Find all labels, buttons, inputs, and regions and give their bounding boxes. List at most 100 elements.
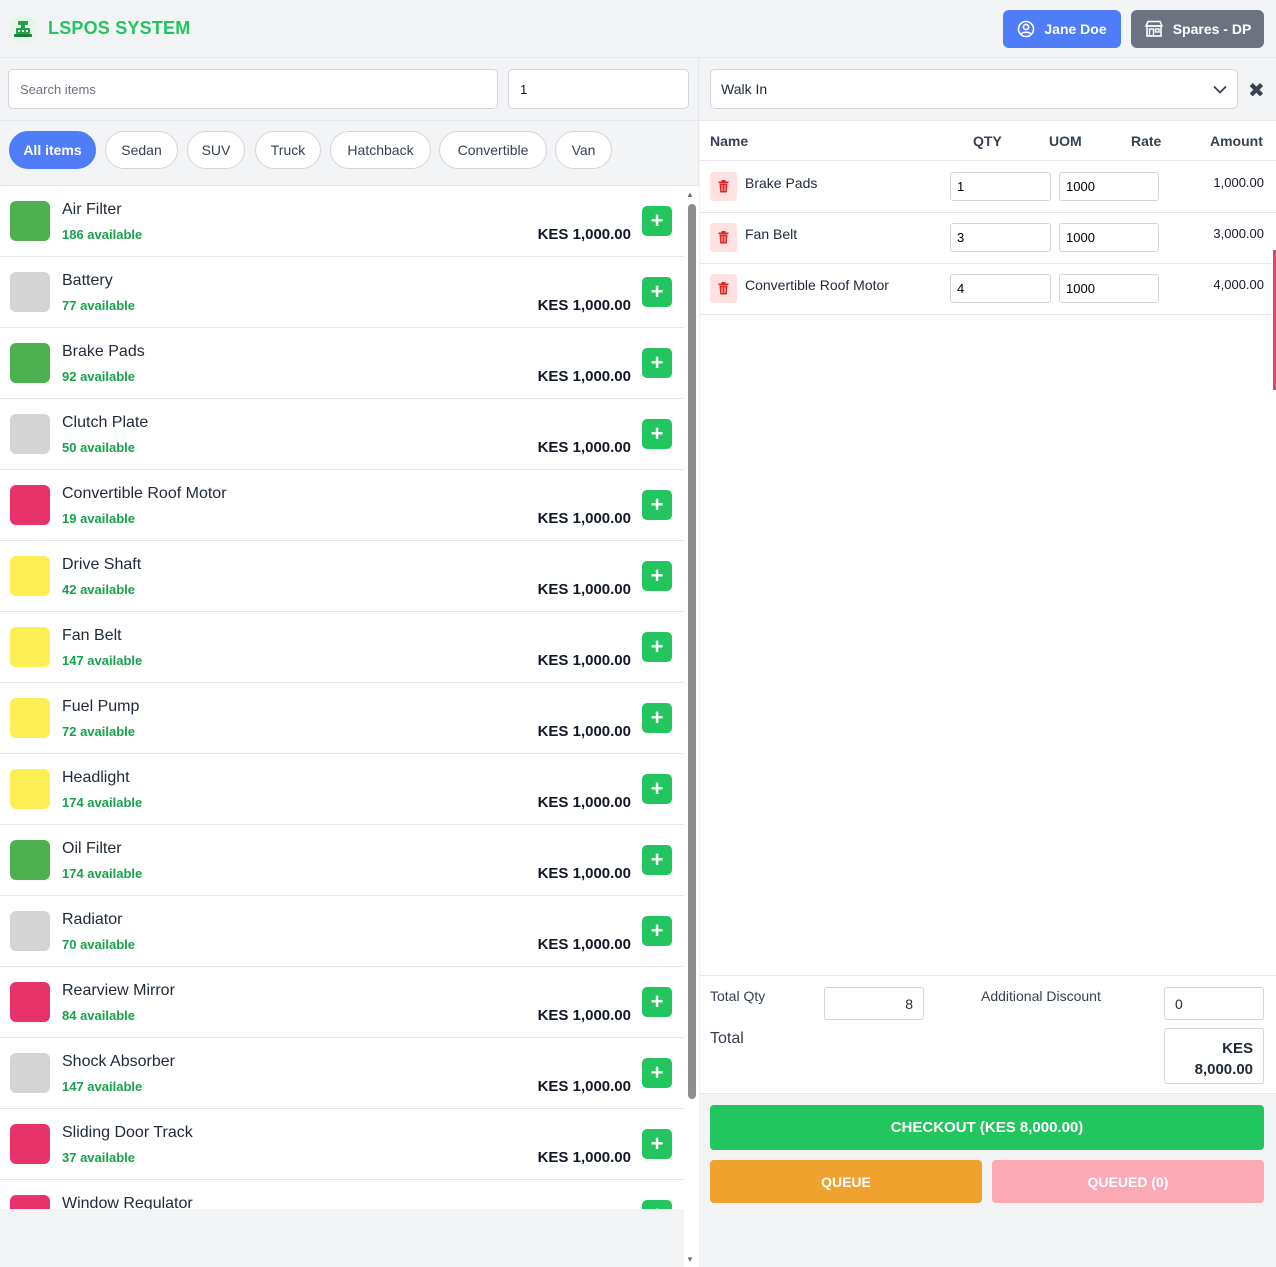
add-item-plus-icon[interactable]: +	[642, 632, 672, 662]
add-item-plus-icon[interactable]: +	[642, 1058, 672, 1088]
customer-select[interactable]: Walk In	[710, 69, 1238, 109]
item-price: KES 1,000.00	[537, 1149, 631, 1166]
user-circle-icon	[1018, 20, 1035, 38]
item-price: KES 1,000.00	[537, 1007, 631, 1024]
category-chip-van[interactable]: Van	[555, 131, 612, 169]
item-availability: 77 available	[62, 298, 135, 313]
cart-row: Fan Belt 3,000.00	[700, 213, 1276, 264]
category-chip-convertible[interactable]: Convertible	[439, 131, 547, 169]
item-availability: 147 available	[62, 1079, 143, 1094]
add-item-plus-icon[interactable]: +	[642, 277, 672, 307]
item-name: Battery	[62, 272, 113, 289]
queued-button[interactable]: QUEUED (0)	[992, 1160, 1264, 1203]
category-chip-sedan[interactable]: Sedan	[105, 131, 178, 169]
item-availability: 84 available	[62, 1008, 135, 1023]
category-bar: All items Sedan SUV Truck Hatchback Conv…	[0, 120, 699, 186]
item-availability: 72 available	[62, 724, 135, 739]
chevron-down-icon	[1213, 85, 1227, 94]
item-row[interactable]: Brake Pads 92 available KES 1,000.00 +	[0, 328, 684, 399]
add-item-plus-icon[interactable]: +	[642, 419, 672, 449]
total-currency: KES	[1222, 1040, 1253, 1057]
item-name: Window Regulator	[62, 1195, 193, 1209]
item-row[interactable]: Shock Absorber 147 available KES 1,000.00 +	[0, 1038, 684, 1109]
item-availability: 174 available	[62, 795, 143, 810]
add-item-plus-icon[interactable]: +	[642, 987, 672, 1017]
item-row[interactable]: Oil Filter 174 available KES 1,000.00 +	[0, 825, 684, 896]
cart-amount: 4,000.00	[1213, 277, 1264, 292]
item-name: Fan Belt	[62, 627, 122, 644]
category-chip-truck[interactable]: Truck	[255, 131, 321, 169]
add-item-plus-icon[interactable]: +	[642, 1200, 672, 1209]
item-color-swatch	[10, 201, 50, 241]
item-name: Sliding Door Track	[62, 1124, 193, 1141]
app-title: LSPOS SYSTEM	[48, 18, 191, 38]
item-name: Brake Pads	[62, 343, 145, 360]
add-item-plus-icon[interactable]: +	[642, 348, 672, 378]
delete-trash-icon[interactable]	[710, 223, 737, 252]
item-color-swatch	[10, 698, 50, 738]
add-item-plus-icon[interactable]: +	[642, 206, 672, 236]
item-row[interactable]: Radiator 70 available KES 1,000.00 +	[0, 896, 684, 967]
discount-field[interactable]: 0	[1164, 987, 1264, 1020]
item-row[interactable]: Rearview Mirror 84 available KES 1,000.00 +	[0, 967, 684, 1038]
category-chip-all-items[interactable]: All items	[9, 131, 96, 169]
scroll-up-arrow-icon[interactable]: ▲	[686, 190, 694, 199]
cart-table: Name QTY UOM Rate Amount Brake Pads 1,000…	[700, 120, 1276, 976]
item-name: Fuel Pump	[62, 698, 140, 715]
item-price: KES 1,000.00	[537, 226, 631, 243]
item-availability: 37 available	[62, 1150, 135, 1165]
item-color-swatch	[10, 343, 50, 383]
quantity-input[interactable]	[508, 69, 689, 109]
cart-rate-input[interactable]	[1059, 223, 1159, 252]
item-row[interactable]: Fan Belt 147 available KES 1,000.00 +	[0, 612, 684, 683]
item-availability: 19 available	[62, 511, 135, 526]
add-item-plus-icon[interactable]: +	[642, 1129, 672, 1159]
add-item-plus-icon[interactable]: +	[642, 845, 672, 875]
item-availability: 70 available	[62, 937, 135, 952]
cart-qty-input[interactable]	[950, 172, 1051, 201]
store-button[interactable]: Spares - DP	[1131, 10, 1264, 48]
item-row[interactable]: Sliding Door Track 37 available KES 1,000.…	[0, 1109, 684, 1180]
cart-amount: 1,000.00	[1213, 175, 1264, 190]
item-name: Radiator	[62, 911, 123, 928]
scroll-down-arrow-icon[interactable]: ▼	[686, 1255, 694, 1264]
header-rate: Rate	[1131, 133, 1162, 149]
delete-trash-icon[interactable]	[710, 274, 737, 303]
cart-rate-input[interactable]	[1059, 274, 1159, 303]
header-qty: QTY	[973, 133, 1002, 149]
item-row[interactable]: Drive Shaft 42 available KES 1,000.00 +	[0, 541, 684, 612]
item-price: KES 1,000.00	[537, 297, 631, 314]
clear-customer-close-icon[interactable]: ✖	[1248, 78, 1265, 103]
item-row[interactable]: Headlight 174 available KES 1,000.00 +	[0, 754, 684, 825]
search-input[interactable]	[8, 69, 498, 109]
scrollbar-thumb[interactable]	[688, 204, 696, 1099]
add-item-plus-icon[interactable]: +	[642, 916, 672, 946]
category-chip-hatchback[interactable]: Hatchback	[330, 131, 431, 169]
category-chip-suv[interactable]: SUV	[187, 131, 245, 169]
total-qty-field[interactable]: 8	[824, 987, 924, 1020]
cart-qty-input[interactable]	[950, 223, 1051, 252]
item-row[interactable]: Fuel Pump 72 available KES 1,000.00 +	[0, 683, 684, 754]
item-price: KES 1,000.00	[537, 368, 631, 385]
item-availability: 42 available	[62, 582, 135, 597]
delete-trash-icon[interactable]	[710, 172, 737, 201]
item-row[interactable]: Clutch Plate 50 available KES 1,000.00 +	[0, 399, 684, 470]
item-color-swatch	[10, 1195, 50, 1209]
add-item-plus-icon[interactable]: +	[642, 561, 672, 591]
header-amount: Amount	[1210, 133, 1263, 149]
item-row[interactable]: Convertible Roof Motor 19 available KES 1,…	[0, 470, 684, 541]
checkout-button[interactable]: CHECKOUT (KES 8,000.00)	[710, 1105, 1264, 1150]
add-item-plus-icon[interactable]: +	[642, 703, 672, 733]
item-color-swatch	[10, 1124, 50, 1164]
queue-button[interactable]: QUEUE	[710, 1160, 982, 1203]
item-availability: 174 available	[62, 866, 143, 881]
cart-amount: 3,000.00	[1213, 226, 1264, 241]
item-row[interactable]: Battery 77 available KES 1,000.00 +	[0, 257, 684, 328]
item-row[interactable]: Air Filter 186 available KES 1,000.00 +	[0, 186, 684, 257]
item-row[interactable]: Window Regulator +	[0, 1180, 684, 1209]
user-button[interactable]: Jane Doe	[1003, 10, 1121, 48]
cart-qty-input[interactable]	[950, 274, 1051, 303]
add-item-plus-icon[interactable]: +	[642, 774, 672, 804]
cart-rate-input[interactable]	[1059, 172, 1159, 201]
add-item-plus-icon[interactable]: +	[642, 490, 672, 520]
